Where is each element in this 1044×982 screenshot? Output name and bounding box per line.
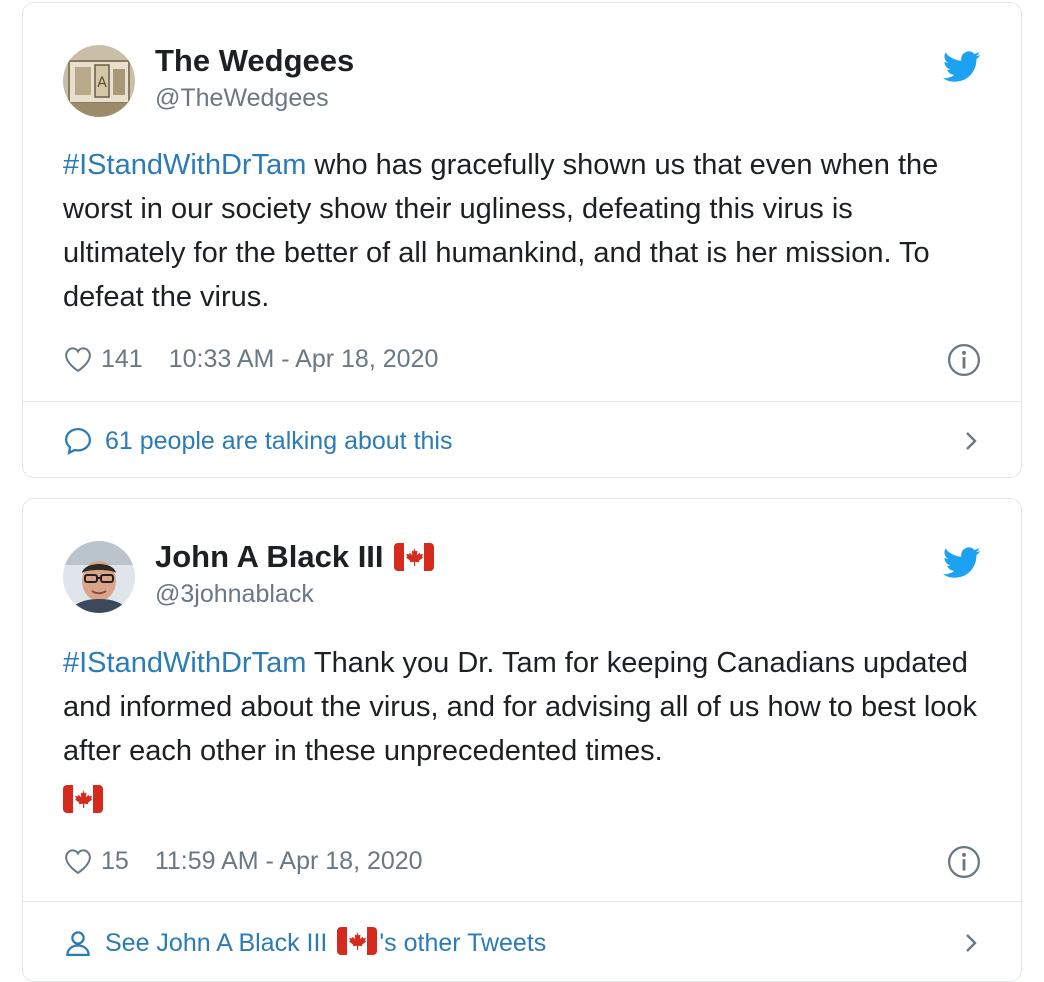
author-names: John A Black III @3johnablack — [155, 539, 434, 611]
footer-text[interactable]: See John A Black III — [105, 929, 327, 958]
author-names: The Wedgees @TheWedgees — [155, 43, 354, 115]
like-count[interactable]: 141 — [101, 345, 143, 374]
divider — [23, 901, 1021, 902]
tweet-text: #IStandWithDrTam Thank you Dr. Tam for k… — [63, 641, 981, 817]
chevron-right-icon[interactable] — [961, 429, 981, 453]
divider — [23, 401, 1021, 402]
handle[interactable]: @TheWedgees — [155, 81, 354, 115]
speech-bubble-icon — [64, 427, 92, 455]
twitter-bird-icon[interactable] — [943, 547, 981, 579]
display-name-text[interactable]: The Wedgees — [155, 43, 354, 79]
hashtag-link[interactable]: #IStandWithDrTam — [63, 149, 306, 181]
hashtag-link[interactable]: #IStandWithDrTam — [63, 647, 306, 679]
like-count[interactable]: 15 — [101, 847, 129, 876]
heart-icon[interactable] — [63, 345, 93, 373]
tweet-text: #IStandWithDrTam who has gracefully show… — [63, 143, 981, 319]
timestamp[interactable]: 11:59 AM - Apr 18, 2020 — [155, 847, 423, 876]
timestamp[interactable]: 10:33 AM - Apr 18, 2020 — [169, 345, 439, 374]
info-icon[interactable] — [947, 845, 981, 879]
avatar[interactable]: A — [63, 45, 135, 117]
display-name-text[interactable]: John A Black III — [155, 539, 384, 575]
handle[interactable]: @3johnablack — [155, 577, 434, 611]
canada-flag-icon — [393, 543, 434, 571]
svg-text:A: A — [97, 75, 107, 91]
info-icon[interactable] — [947, 343, 981, 377]
tweet-meta: 141 10:33 AM - Apr 18, 2020 — [63, 339, 981, 379]
tweet-card[interactable]: A The Wedgees @TheWedgees #IStandWithDrT… — [22, 2, 1022, 478]
twitter-bird-icon[interactable] — [943, 51, 981, 83]
display-name[interactable]: The Wedgees — [155, 43, 354, 79]
other-tweets-link[interactable]: See John A Black III 's other Tweets — [63, 921, 981, 965]
avatar[interactable] — [63, 541, 135, 613]
canada-flag-icon — [63, 785, 103, 814]
footer-text-suffix[interactable]: 's other Tweets — [379, 929, 546, 958]
heart-icon[interactable] — [63, 847, 93, 875]
tweet-header: A The Wedgees @TheWedgees — [63, 43, 981, 119]
footer-text[interactable]: 61 people are talking about this — [105, 427, 452, 456]
tweet-meta: 15 11:59 AM - Apr 18, 2020 — [63, 841, 981, 881]
person-icon — [66, 931, 90, 956]
chevron-right-icon[interactable] — [961, 931, 981, 955]
canada-flag-icon — [337, 927, 378, 955]
tweet-header: John A Black III @3johnablack — [63, 539, 981, 615]
conversation-link[interactable]: 61 people are talking about this — [63, 419, 981, 463]
display-name[interactable]: John A Black III — [155, 539, 434, 575]
tweet-card[interactable]: John A Black III @3johnablack #IStandWit… — [22, 498, 1022, 982]
